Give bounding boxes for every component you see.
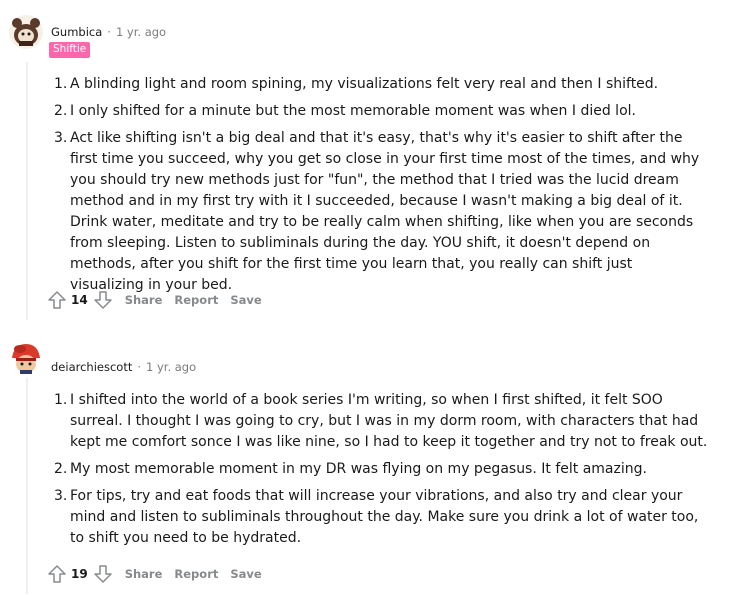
user-flair: Shiftie xyxy=(49,42,91,58)
share-button[interactable]: Share xyxy=(125,293,163,307)
thread-line[interactable] xyxy=(26,378,28,594)
list-item: 3. For tips, try and eat foods that will … xyxy=(54,488,699,546)
comment-body: 1. A blinding light and room spining, my … xyxy=(54,74,710,302)
downvote-icon[interactable] xyxy=(93,290,113,310)
comment-actions: 19 Share Report Save xyxy=(47,564,262,584)
comment-header: deiarchiescott · 1 yr. ago xyxy=(51,360,196,374)
user-avatar[interactable] xyxy=(8,14,44,50)
list-item: 1. I shifted into the world of a book ser… xyxy=(54,392,708,450)
upvote-icon[interactable] xyxy=(47,564,67,584)
vote-score: 19 xyxy=(71,567,88,581)
report-button[interactable]: Report xyxy=(174,567,218,581)
upvote-icon[interactable] xyxy=(47,290,67,310)
author-name[interactable]: deiarchiescott xyxy=(51,360,132,374)
list-item: 2. I only shifted for a minute but the mo… xyxy=(54,103,636,119)
thread-line[interactable] xyxy=(26,62,28,320)
list-item: 2. My most memorable moment in my DR was … xyxy=(54,461,647,477)
list-item: 3. Act like shifting isn't a big deal and… xyxy=(54,130,700,293)
report-button[interactable]: Report xyxy=(174,293,218,307)
vote-score: 14 xyxy=(71,293,88,307)
comment-header: Gumbica · 1 yr. ago xyxy=(51,25,166,39)
separator: · xyxy=(107,25,111,39)
timestamp[interactable]: 1 yr. ago xyxy=(116,25,166,39)
save-button[interactable]: Save xyxy=(230,293,261,307)
timestamp[interactable]: 1 yr. ago xyxy=(146,360,196,374)
list-item: 1. A blinding light and room spining, my … xyxy=(54,76,659,92)
separator: · xyxy=(137,360,141,374)
author-name[interactable]: Gumbica xyxy=(51,25,102,39)
save-button[interactable]: Save xyxy=(230,567,261,581)
comment-actions: 14 Share Report Save xyxy=(47,290,262,310)
comment-body: 1. I shifted into the world of a book ser… xyxy=(54,390,710,555)
user-avatar[interactable] xyxy=(8,340,44,376)
downvote-icon[interactable] xyxy=(93,564,113,584)
share-button[interactable]: Share xyxy=(125,567,163,581)
